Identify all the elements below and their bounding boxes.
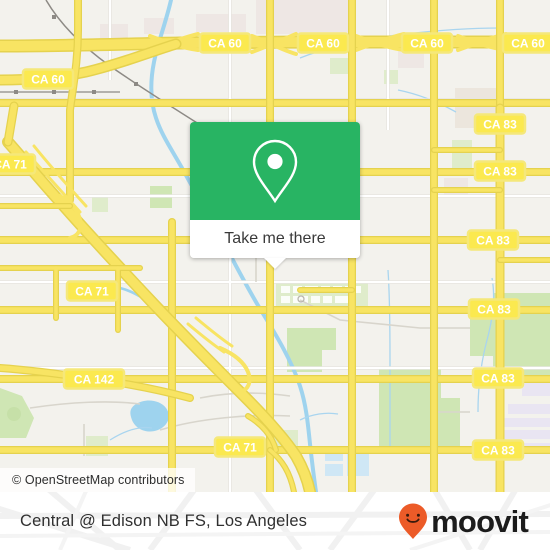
route-shield: CA 60 xyxy=(296,32,350,54)
route-shield-label: CA 71 xyxy=(0,157,27,171)
route-shield-label: CA 71 xyxy=(223,440,257,454)
take-me-there-label: Take me there xyxy=(224,230,326,247)
route-shield-label: CA 83 xyxy=(481,371,515,385)
route-shield-label: CA 60 xyxy=(410,36,444,50)
route-shield: CA 71 xyxy=(65,280,119,302)
route-shield-label: CA 83 xyxy=(476,233,510,247)
route-shield-label: CA 83 xyxy=(477,302,511,316)
route-shield-label: CA 60 xyxy=(306,36,340,50)
route-shield: CA 83 xyxy=(471,439,525,461)
route-shield-label: CA 83 xyxy=(483,117,517,131)
moovit-wordmark: moovit xyxy=(431,503,529,539)
callout-image-area xyxy=(190,122,360,220)
route-shield: CA 83 xyxy=(466,229,520,251)
callout-action-bar[interactable]: Take me there xyxy=(190,220,360,269)
moovit-pin-icon xyxy=(399,503,428,539)
route-shield: CA 71 xyxy=(213,436,267,458)
route-shield: CA 71 xyxy=(0,153,37,175)
route-shield: CA 60 xyxy=(198,32,252,54)
route-shield: CA 83 xyxy=(473,113,527,135)
map-screenshot-page: .road-case { stroke:#e5d24e; fill:none; … xyxy=(0,0,550,550)
osm-attribution[interactable]: © OpenStreetMap contributors xyxy=(0,468,195,492)
moovit-logo[interactable]: moovit xyxy=(397,502,529,540)
route-shield: CA 60 xyxy=(21,68,75,90)
route-shield: CA 83 xyxy=(473,160,527,182)
attribution-text: © OpenStreetMap contributors xyxy=(12,473,185,487)
route-shield: CA 60 xyxy=(501,32,550,54)
route-shield-label: CA 83 xyxy=(481,443,515,457)
route-shield-label: CA 60 xyxy=(208,36,242,50)
route-shield: CA 83 xyxy=(467,298,521,320)
route-shield-label: CA 83 xyxy=(483,164,517,178)
route-shield-label: CA 60 xyxy=(31,72,65,86)
callout-pointer-tail xyxy=(264,258,286,269)
route-shield-label: CA 142 xyxy=(74,372,115,386)
footer-bar: Central @ Edison NB FS, Los Angeles moov… xyxy=(0,492,550,550)
map-pin-icon xyxy=(252,139,298,204)
route-shield-label: CA 71 xyxy=(75,284,109,298)
route-shield: CA 60 xyxy=(400,32,454,54)
take-me-there-callout[interactable]: Take me there xyxy=(190,122,360,269)
location-title: Central @ Edison NB FS, Los Angeles xyxy=(20,511,308,530)
route-shield: CA 142 xyxy=(62,368,126,390)
route-shield-label: CA 60 xyxy=(511,36,545,50)
route-shield: CA 83 xyxy=(471,367,525,389)
